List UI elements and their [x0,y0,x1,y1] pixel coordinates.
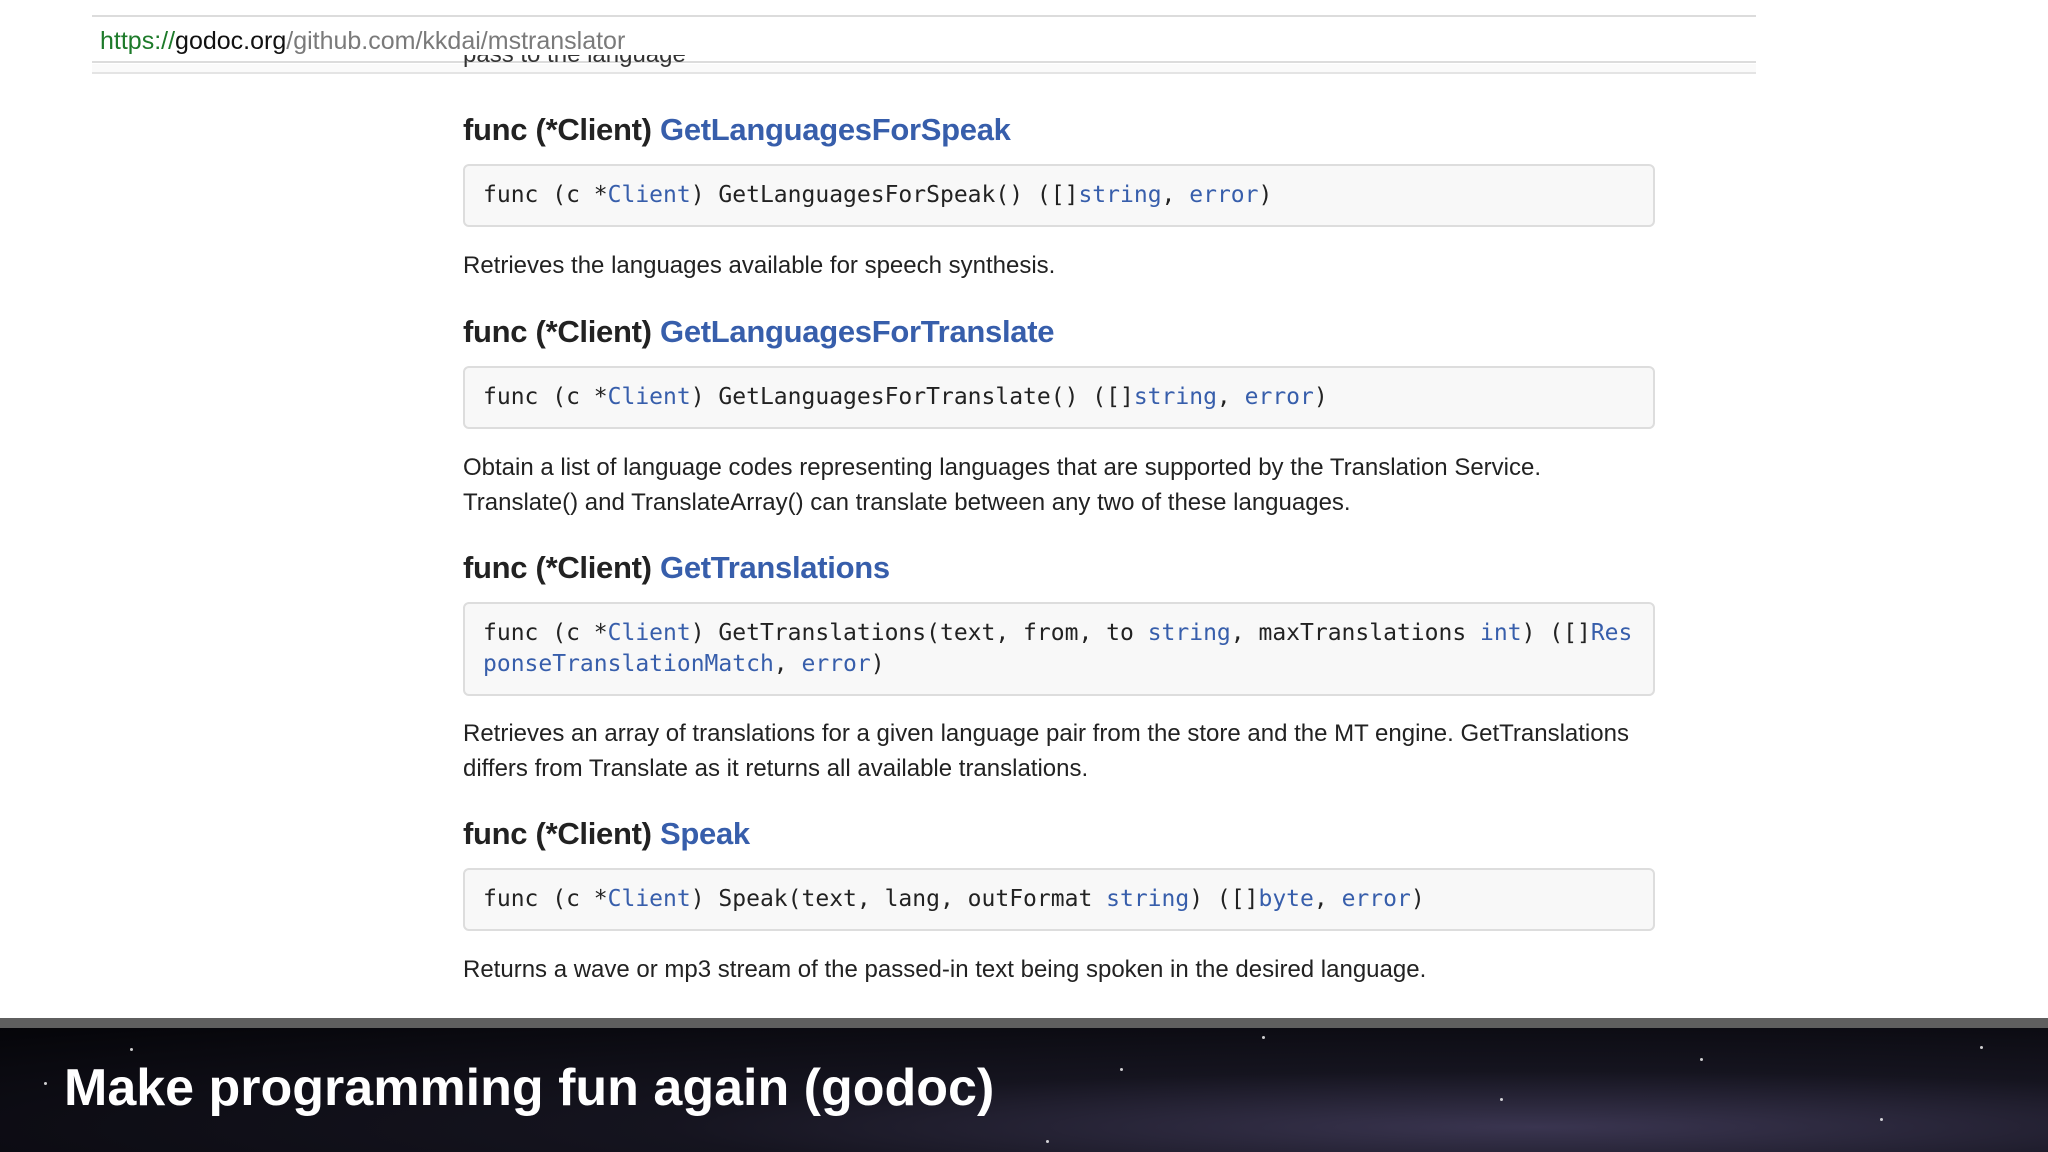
star-decoration [44,1082,47,1085]
code-type-token[interactable]: string [1148,620,1231,646]
func-description-speak: Returns a wave or mp3 stream of the pass… [463,956,1427,983]
code-token: , [773,651,802,677]
func-heading-prefix: func (*Client) [463,550,660,585]
code-token: func (c * [483,182,608,208]
func-heading-prefix: func (*Client) [463,112,660,147]
func-heading-getlanguagesforspeak: func (*Client) GetLanguagesForSpeak [463,112,1011,148]
code-type-token[interactable]: Client [608,886,691,912]
code-type-token[interactable]: string [1078,182,1161,208]
star-decoration [1980,1046,1983,1049]
star-decoration [1500,1098,1503,1101]
code-block-getlanguagesfortranslate: func (c *Client) GetLanguagesForTranslat… [463,366,1655,429]
star-decoration [1262,1036,1265,1039]
star-decoration [1880,1118,1883,1121]
code-type-token[interactable]: string [1134,384,1217,410]
slide-divider-band [0,1018,2048,1028]
code-token: ) [870,651,885,677]
code-token: ) GetTranslations(text, from, to [690,620,1148,646]
code-type-token[interactable]: error [1245,384,1314,410]
func-link-gettranslations[interactable]: GetTranslations [660,550,890,585]
code-type-token[interactable]: byte [1258,886,1313,912]
code-block-gettranslations: func (c *Client) GetTranslations(text, f… [463,602,1655,696]
slide-footer: Make programming fun again (godoc) [0,1028,2048,1152]
func-heading-speak: func (*Client) Speak [463,816,750,852]
func-heading-prefix: func (*Client) [463,816,660,851]
address-bar-divider [92,64,1756,74]
code-token: ) GetLanguagesForSpeak() ([] [690,182,1079,208]
star-decoration [1120,1068,1123,1071]
func-description-gettranslations: Retrieves an array of translations for a… [463,720,1629,782]
code-type-token[interactable]: string [1106,886,1189,912]
clipped-text-line: pass to the language [463,55,763,69]
code-token: ) Speak(text, lang, outFormat [690,886,1107,912]
code-type-token[interactable]: Client [608,182,691,208]
code-token: , [1161,182,1190,208]
code-type-token[interactable]: error [1342,886,1411,912]
func-link-getlanguagesforspeak[interactable]: GetLanguagesForSpeak [660,112,1011,147]
func-heading-prefix: func (*Client) [463,314,660,349]
code-type-token[interactable]: error [802,651,871,677]
clipped-previous-text: pass to the language [463,55,763,69]
star-decoration [1700,1058,1703,1061]
url-path: /github.com/kkdai/mstranslator [286,27,626,55]
code-token: , [1313,886,1342,912]
url-host: godoc.org [175,27,287,55]
code-token: func (c * [483,886,608,912]
code-block-getlanguagesforspeak: func (c *Client) GetLanguagesForSpeak() … [463,164,1655,227]
code-token: , [1216,384,1245,410]
func-link-getlanguagesfortranslate[interactable]: GetLanguagesForTranslate [660,314,1054,349]
code-token: func (c * [483,620,608,646]
star-decoration [130,1048,133,1051]
code-type-token[interactable]: error [1189,182,1258,208]
func-link-speak[interactable]: Speak [660,816,750,851]
code-token: ) [1313,384,1328,410]
slide-title: Make programming fun again (godoc) [64,1059,995,1117]
browser-page: https://godoc.org/github.com/kkdai/mstra… [0,0,2048,1018]
code-token: ) ([] [1189,886,1259,912]
func-heading-getlanguagesfortranslate: func (*Client) GetLanguagesForTranslate [463,314,1054,350]
code-type-token[interactable]: int [1480,620,1522,646]
address-bar[interactable]: https://godoc.org/github.com/kkdai/mstra… [92,15,1756,63]
url-scheme: https:// [100,27,176,55]
code-token: ) ([] [1521,620,1591,646]
code-token: ) [1258,182,1273,208]
code-type-token[interactable]: Client [608,620,691,646]
code-token: func (c * [483,384,608,410]
code-token: ) GetLanguagesForTranslate() ([] [690,384,1134,410]
func-description-getlanguagesforspeak: Retrieves the languages available for sp… [463,252,1056,279]
code-token: ) [1410,886,1425,912]
func-description-getlanguagesfortranslate: Obtain a list of language codes represen… [463,454,1542,516]
func-heading-gettranslations: func (*Client) GetTranslations [463,550,890,586]
code-token: , maxTranslations [1230,620,1481,646]
code-type-token[interactable]: Client [608,384,691,410]
code-block-speak: func (c *Client) Speak(text, lang, outFo… [463,868,1655,931]
star-decoration [1046,1140,1049,1143]
